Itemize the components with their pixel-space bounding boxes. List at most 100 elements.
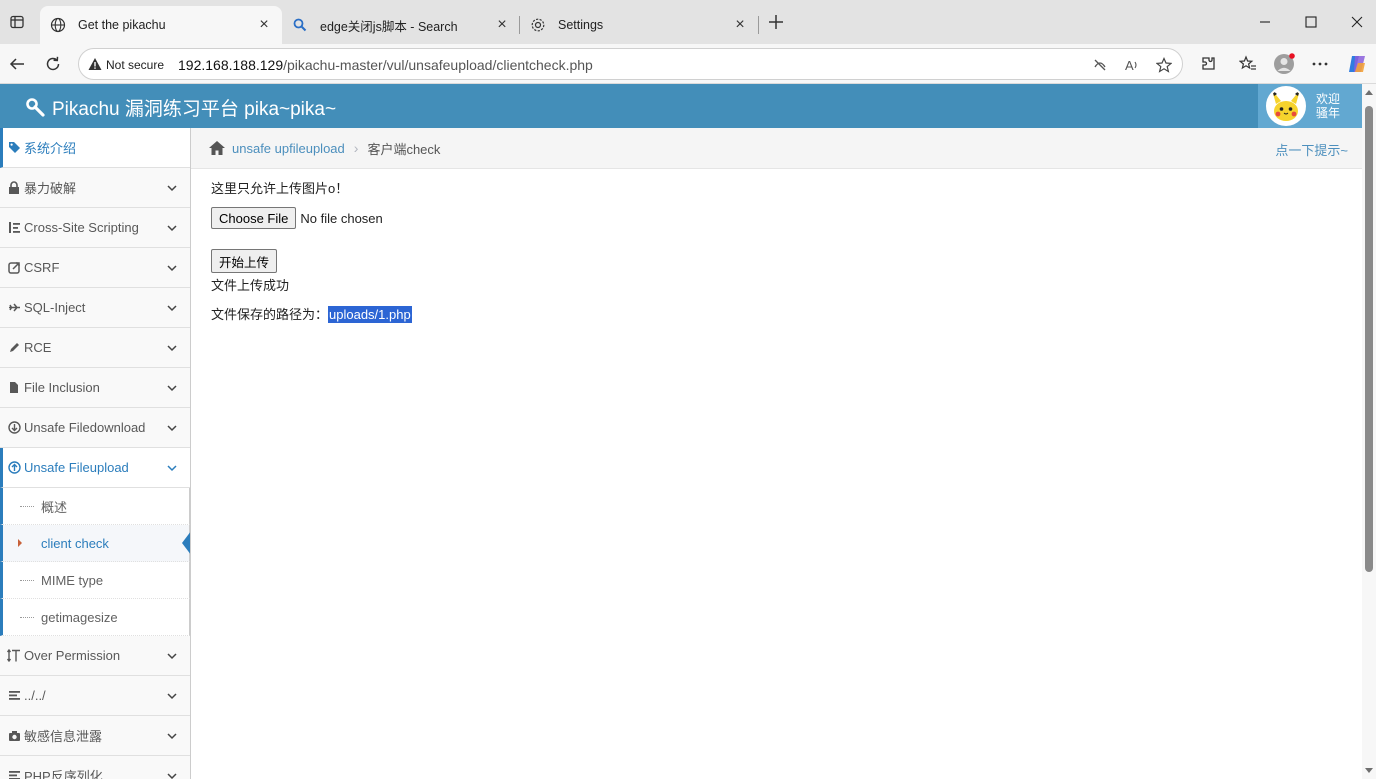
- sidebar-item-label: 暴力破解: [24, 181, 77, 196]
- tab-get-the-pikachu[interactable]: Get the pikachu ×: [40, 6, 282, 44]
- url-text[interactable]: 192.168.188.129/pikachu-master/vul/unsaf…: [178, 57, 593, 73]
- address-bar[interactable]: Not secure 192.168.188.129/pikachu-maste…: [78, 48, 1183, 80]
- url-path: /pikachu-master/vul/unsafeupload/clientc…: [283, 57, 593, 73]
- tab-settings[interactable]: Settings ×: [520, 6, 758, 44]
- sidebar-item-label: 敏感信息泄露: [24, 729, 103, 744]
- align-icon: [7, 769, 21, 779]
- sidebar-item-rce[interactable]: RCE: [0, 328, 190, 368]
- window-close-icon[interactable]: [1347, 12, 1367, 32]
- pikachu-avatar: [1266, 86, 1306, 126]
- submenu-label: client check: [41, 535, 109, 551]
- user-menu[interactable]: 欢迎 骚年: [1258, 84, 1362, 128]
- sidebar-item-fileupload[interactable]: Unsafe Fileupload: [0, 448, 190, 488]
- brand[interactable]: Pikachu 漏洞练习平台 pika~pika~: [26, 94, 336, 121]
- app-header: Pikachu 漏洞练习平台 pika~pika~ 欢迎 骚年: [0, 84, 1362, 128]
- tab-actions-icon[interactable]: [7, 12, 27, 32]
- scrollbar-thumb[interactable]: [1365, 106, 1373, 572]
- warning-icon[interactable]: [88, 57, 102, 71]
- sidebar-item-brute-force[interactable]: 暴力破解: [0, 168, 190, 208]
- file-icon: [7, 381, 21, 395]
- more-options-icon[interactable]: [1308, 52, 1332, 76]
- file-status-text: No file chosen: [300, 210, 383, 226]
- refresh-icon[interactable]: [41, 52, 65, 76]
- sidebar-item-filedownload[interactable]: Unsafe Filedownload: [0, 408, 190, 448]
- download-icon: [7, 421, 21, 435]
- copilot-icon[interactable]: [1345, 52, 1369, 76]
- browser-tab-strip: Get the pikachu × edge关闭js脚本 - Search × …: [0, 0, 1376, 44]
- sidebar-item-over-permission[interactable]: Over Permission: [0, 636, 190, 676]
- tab-title: edge关闭js脚本 - Search: [320, 19, 458, 34]
- sidebar-item-label: SQL-Inject: [24, 300, 86, 315]
- upload-icon: [7, 461, 21, 475]
- sidebar-item-label: Cross-Site Scripting: [24, 220, 139, 235]
- upload-button[interactable]: 开始上传: [211, 249, 278, 273]
- submenu-label: MIME type: [41, 572, 104, 588]
- submenu-item-mime-type[interactable]: MIME type: [0, 562, 190, 599]
- browser-toolbar: Not secure 192.168.188.129/pikachu-maste…: [0, 44, 1376, 84]
- svg-text:A: A: [1125, 58, 1134, 73]
- chevron-down-icon: [167, 265, 177, 272]
- upload-instructions: 这里只允许上传图片o！: [211, 181, 349, 196]
- saved-path-value[interactable]: uploads/1.php: [328, 306, 412, 323]
- back-arrow-icon[interactable]: [5, 52, 29, 76]
- scroll-up-arrow-icon[interactable]: [1365, 90, 1373, 95]
- plane-icon: [7, 301, 21, 315]
- chevron-down-icon: [167, 225, 177, 232]
- sidebar-item-csrf[interactable]: CSRF: [0, 248, 190, 288]
- brand-title: Pikachu 漏洞练习平台 pika~pika~: [52, 99, 337, 120]
- breadcrumb-separator-icon: ›: [353, 140, 359, 156]
- wrench-icon: [26, 97, 46, 118]
- breadcrumb-parent-link[interactable]: unsafe upfileupload: [232, 141, 345, 156]
- welcome-line-1: 欢迎: [1316, 92, 1341, 106]
- submenu-item-client-check[interactable]: client check: [0, 525, 190, 562]
- tab-edge-search[interactable]: edge关闭js脚本 - Search ×: [282, 6, 520, 44]
- page-scrollbar[interactable]: [1362, 84, 1376, 779]
- globe-icon: [50, 17, 66, 33]
- favorites-icon[interactable]: [1236, 52, 1260, 76]
- extensions-icon[interactable]: [1196, 52, 1220, 76]
- hint-link[interactable]: 点一下提示~: [1275, 140, 1348, 159]
- chevron-down-icon: [167, 465, 177, 472]
- minimize-icon[interactable]: [1255, 12, 1275, 32]
- sidebar-item-info-leak[interactable]: 敏感信息泄露: [0, 716, 190, 756]
- tracking-prevention-icon[interactable]: [1091, 56, 1109, 74]
- chevron-down-icon: [167, 345, 177, 352]
- submenu-item-getimagesize[interactable]: getimagesize: [0, 599, 190, 636]
- submenu-label: 概述: [41, 499, 68, 515]
- sidebar-item-xss[interactable]: Cross-Site Scripting: [0, 208, 190, 248]
- close-icon[interactable]: ×: [494, 17, 510, 33]
- close-icon[interactable]: ×: [732, 17, 748, 33]
- maximize-icon[interactable]: [1301, 12, 1321, 32]
- chevron-down-icon: [167, 385, 177, 392]
- security-label[interactable]: Not secure: [106, 58, 164, 72]
- search-icon: [292, 17, 308, 33]
- submenu-item-overview[interactable]: 概述: [0, 488, 190, 525]
- camera-icon: [7, 729, 21, 743]
- new-tab-icon[interactable]: [766, 12, 786, 32]
- scroll-down-arrow-icon[interactable]: [1365, 768, 1373, 773]
- sidebar-item-label: Over Permission: [24, 648, 121, 663]
- close-icon[interactable]: ×: [256, 17, 272, 33]
- sidebar-item-dir-traversal[interactable]: ../../: [0, 676, 190, 716]
- upload-success-message: 文件上传成功: [211, 278, 290, 293]
- home-icon[interactable]: [208, 140, 226, 156]
- sidebar-item-intro[interactable]: 系统介绍: [0, 128, 190, 168]
- welcome-text: 欢迎 骚年: [1316, 92, 1340, 120]
- sidebar-item-php-unserialize[interactable]: PHP反序列化: [0, 756, 190, 779]
- active-pointer: [182, 531, 190, 555]
- tag-icon: [7, 141, 21, 155]
- sidebar-item-sql-inject[interactable]: SQL-Inject: [0, 288, 190, 328]
- profile-avatar-icon[interactable]: [1272, 52, 1296, 76]
- welcome-line-2: 骚年: [1316, 106, 1341, 120]
- read-aloud-icon[interactable]: A: [1123, 56, 1141, 74]
- text-height-icon: [7, 649, 21, 663]
- sidebar-item-file-inclusion[interactable]: File Inclusion: [0, 368, 190, 408]
- choose-file-button[interactable]: Choose File: [211, 207, 297, 229]
- saved-path-line: 文件保存的路径为：uploads/1.php: [211, 304, 412, 323]
- tab-title: Settings: [558, 18, 604, 32]
- chevron-down-icon: [167, 773, 177, 779]
- favorite-star-icon[interactable]: [1155, 56, 1173, 74]
- chevron-down-icon: [167, 425, 177, 432]
- sidebar-item-label: CSRF: [24, 260, 60, 275]
- tab-title: Get the pikachu: [78, 18, 166, 32]
